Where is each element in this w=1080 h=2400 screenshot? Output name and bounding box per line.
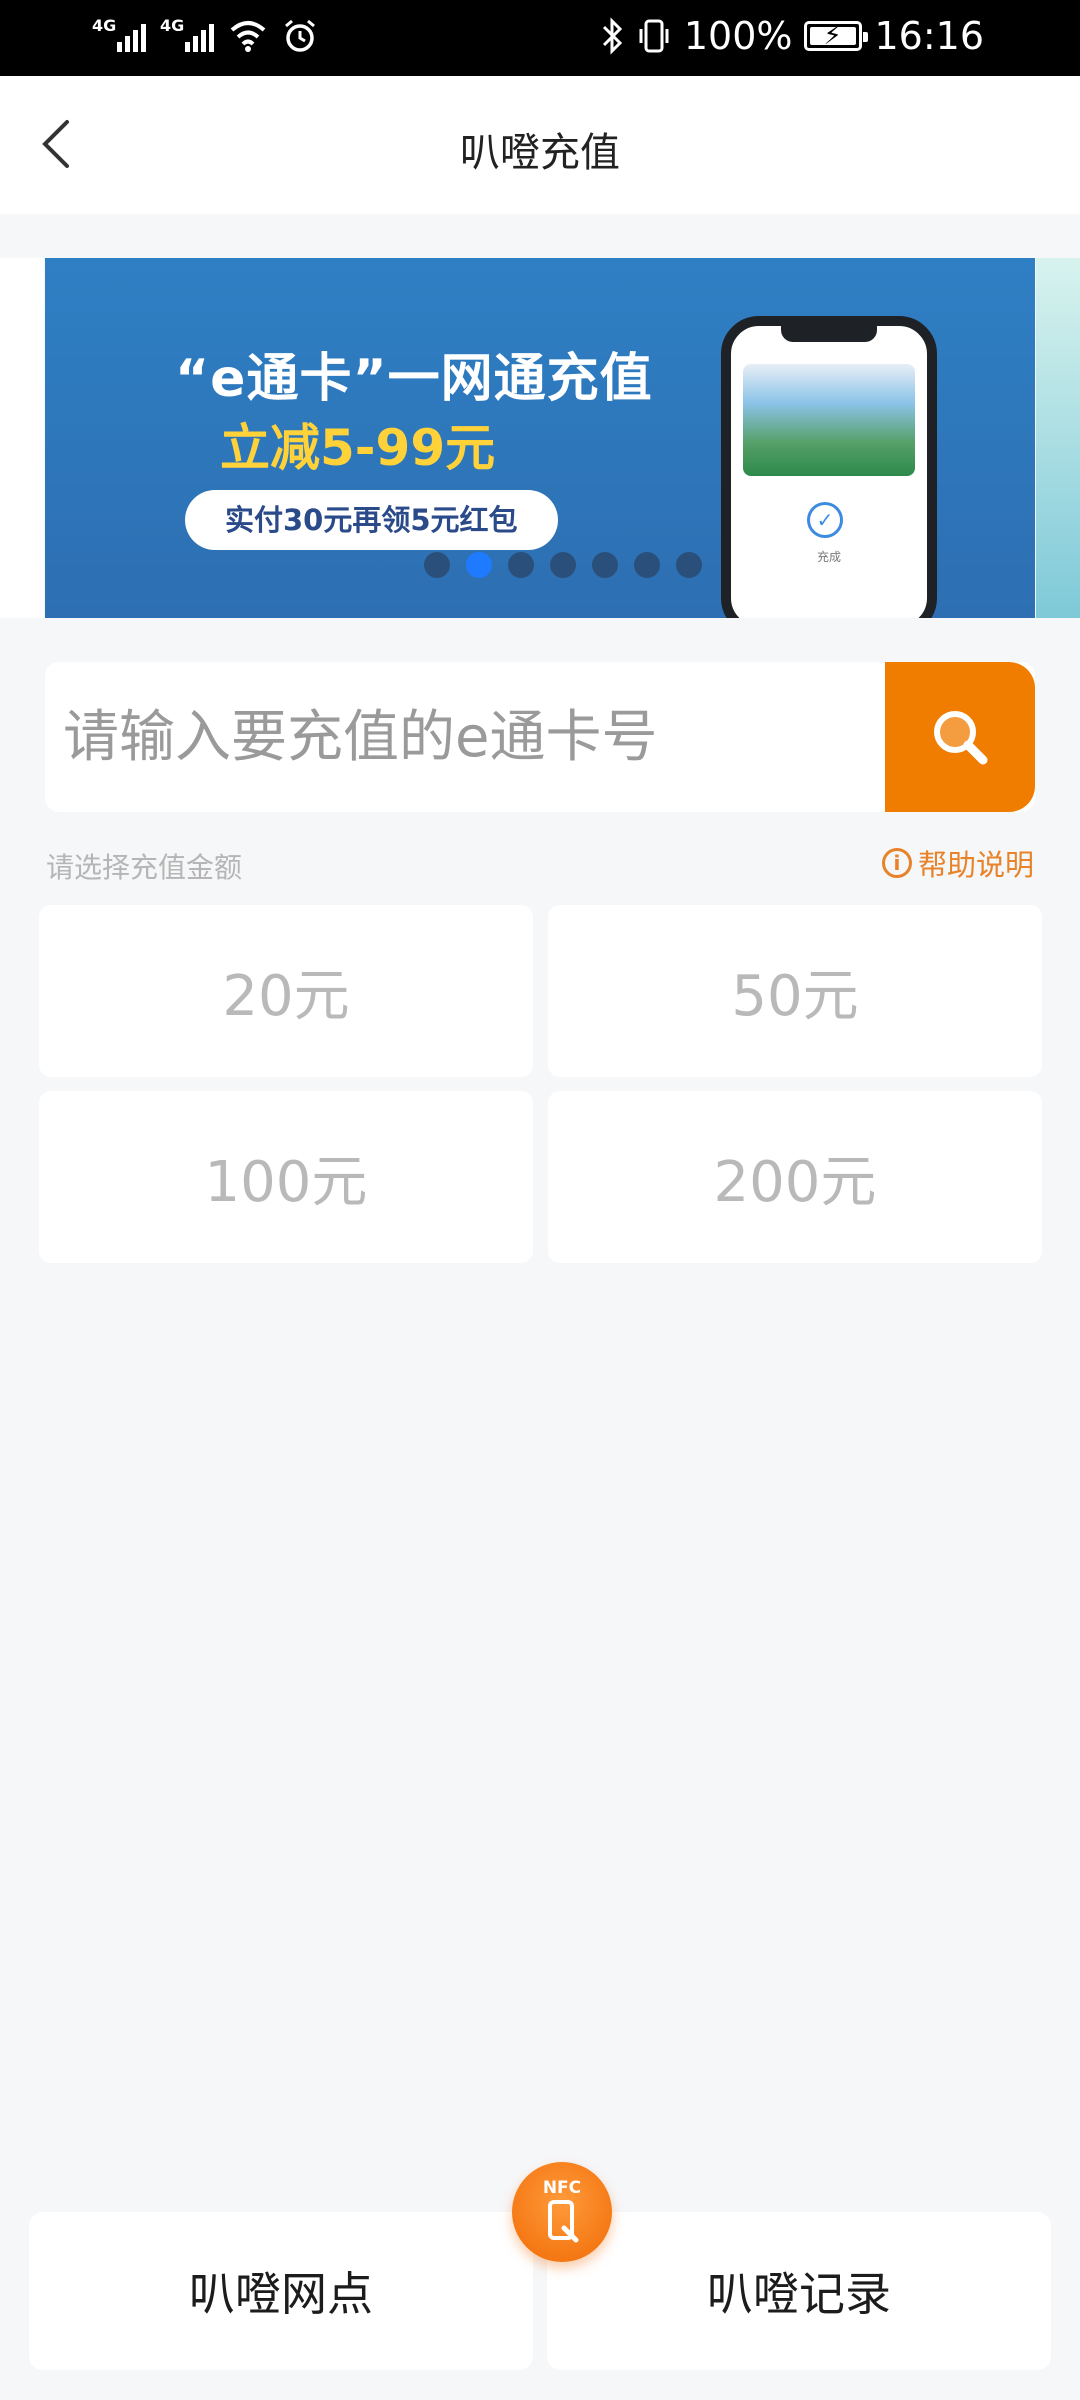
card-number-input[interactable]: [45, 662, 885, 812]
nfc-button[interactable]: NFC: [512, 2162, 612, 2262]
battery-icon: ⚡: [804, 21, 869, 51]
carousel-indicator: [0, 552, 1080, 578]
nfc-phone-icon: [548, 2200, 579, 2243]
status-bar: 4G 4G 100% ⚡ 16:16: [0, 0, 1080, 76]
status-left: 4G 4G: [92, 14, 318, 58]
carousel-dot[interactable]: [423, 552, 450, 578]
status-right: 100% ⚡ 16:16: [600, 14, 984, 58]
app-header: 叭噔充值: [0, 76, 1080, 214]
carousel-dot-active[interactable]: [465, 552, 492, 578]
amount-option-20[interactable]: 20元: [39, 905, 533, 1077]
vibrate-icon: [639, 19, 669, 53]
help-link[interactable]: i 帮助说明: [881, 842, 1034, 884]
carousel-dot[interactable]: [675, 552, 702, 578]
info-icon: i: [881, 848, 912, 878]
records-button[interactable]: 叭噔记录: [547, 2212, 1051, 2370]
carousel-dot[interactable]: [633, 552, 660, 578]
bluetooth-icon: [602, 17, 622, 55]
carousel-dot[interactable]: [591, 552, 618, 578]
clock: 16:16: [874, 14, 984, 58]
battery-percent: 100%: [683, 14, 793, 58]
check-circle-icon: ✓: [807, 502, 843, 538]
card-image: [743, 364, 915, 476]
signal-1-icon: 4G: [92, 14, 146, 58]
amount-option-200[interactable]: 200元: [548, 1091, 1042, 1263]
banner-discount: 立减5-99元: [220, 419, 496, 477]
amount-section-label: 请选择充值金额: [46, 851, 243, 884]
network-type-1: 4G: [92, 16, 117, 35]
signal-2-icon: 4G: [160, 14, 214, 58]
outlets-button[interactable]: 叭噔网点: [29, 2212, 533, 2370]
card-number-search: [45, 662, 1035, 812]
page-title: 叭噔充值: [460, 130, 620, 176]
carousel-dot[interactable]: [549, 552, 576, 578]
search-icon: [934, 711, 988, 765]
alarm-icon: [285, 19, 315, 52]
banner-headline: “e通卡”一网通充值: [175, 349, 653, 409]
amount-option-100[interactable]: 100元: [39, 1091, 533, 1263]
network-type-2: 4G: [160, 16, 185, 35]
banner-carousel[interactable]: “e通卡”一网通充值 立减5-99元 实付30元再领5元红包 ✓ 充成: [0, 214, 1080, 618]
carousel-dot[interactable]: [507, 552, 534, 578]
search-button[interactable]: [885, 662, 1035, 812]
wifi-icon: [230, 21, 266, 52]
amount-option-50[interactable]: 50元: [548, 905, 1042, 1077]
help-label: 帮助说明: [917, 848, 1034, 882]
banner-promo-pill: 实付30元再领5元红包: [185, 490, 558, 550]
